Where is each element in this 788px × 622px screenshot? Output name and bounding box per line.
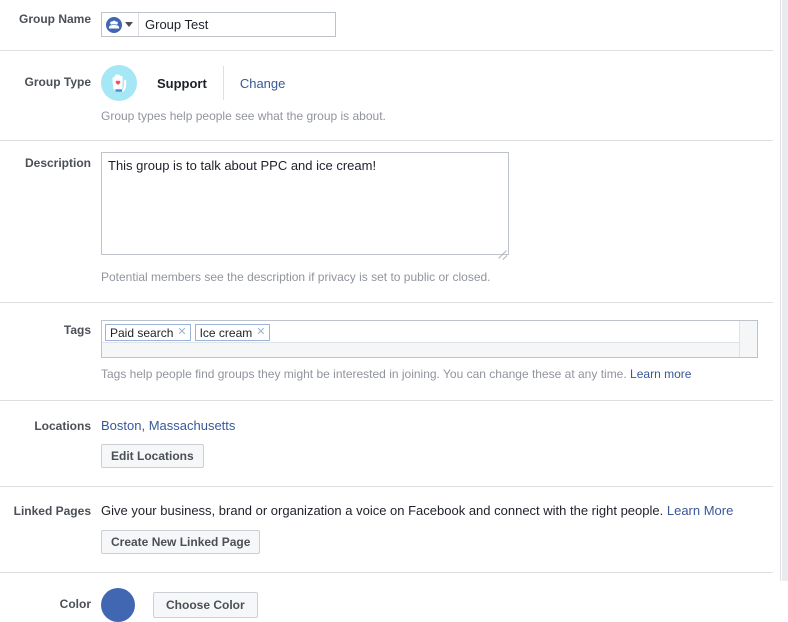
section-tags: Tags Paid search ✕ Ice cream ✕ Tags help… bbox=[0, 302, 780, 400]
tag-chip-label: Paid search bbox=[110, 325, 174, 340]
page-right-gutter bbox=[782, 0, 788, 581]
group-privacy-selector[interactable] bbox=[102, 13, 139, 36]
section-description: Description This group is to talk about … bbox=[0, 140, 780, 302]
close-x-icon[interactable]: ✕ bbox=[177, 327, 186, 338]
edit-locations-button[interactable]: Edit Locations bbox=[101, 444, 204, 468]
section-color: Color Choose Color bbox=[0, 572, 780, 622]
section-divider bbox=[0, 302, 773, 303]
tags-input-area[interactable] bbox=[102, 342, 740, 357]
group-settings-form: Group Name Group Test Group Type Support… bbox=[0, 0, 781, 622]
section-locations: Locations Boston, Massachusetts Edit Loc… bbox=[0, 400, 780, 486]
choose-color-button[interactable]: Choose Color bbox=[153, 592, 258, 618]
group-type-row: Support Change bbox=[101, 64, 780, 102]
linked-pages-description: Give your business, brand or organizatio… bbox=[101, 502, 780, 519]
tags-input-box[interactable]: Paid search ✕ Ice cream ✕ bbox=[101, 320, 758, 358]
locations-label: Locations bbox=[34, 419, 91, 433]
chevron-down-icon bbox=[125, 22, 133, 27]
tag-chip[interactable]: Ice cream ✕ bbox=[194, 324, 270, 341]
linked-pages-text: Give your business, brand or organizatio… bbox=[101, 503, 664, 518]
tags-helper-text: Tags help people find groups they might … bbox=[101, 367, 627, 381]
section-divider bbox=[0, 572, 773, 573]
section-group-type: Group Type Support Change Group types he… bbox=[0, 50, 780, 140]
section-divider bbox=[0, 486, 773, 487]
group-name-input-wrap[interactable] bbox=[101, 12, 336, 37]
tags-helper: Tags help people find groups they might … bbox=[101, 366, 780, 382]
description-helper: Potential members see the description if… bbox=[101, 270, 491, 284]
group-type-name: Support bbox=[157, 75, 207, 91]
section-divider bbox=[0, 140, 773, 141]
change-group-type-link[interactable]: Change bbox=[240, 76, 286, 91]
tag-chip-label: Ice cream bbox=[199, 325, 253, 340]
linked-pages-label: Linked Pages bbox=[13, 504, 91, 518]
group-type-helper: Group types help people see what the gro… bbox=[101, 109, 386, 123]
linked-pages-learn-more-link[interactable]: Learn More bbox=[667, 503, 733, 518]
section-linked-pages: Linked Pages Give your business, brand o… bbox=[0, 486, 780, 572]
group-name-input[interactable] bbox=[139, 13, 335, 36]
tags-label: Tags bbox=[63, 323, 91, 337]
color-swatch[interactable] bbox=[101, 588, 135, 622]
tags-scrollbar[interactable] bbox=[739, 321, 757, 357]
group-name-label: Group Name bbox=[18, 12, 91, 26]
hand-heart-support-icon bbox=[101, 65, 137, 101]
section-group-name: Group Name bbox=[0, 0, 780, 50]
section-divider bbox=[0, 50, 773, 51]
color-label: Color bbox=[59, 597, 91, 611]
description-textarea[interactable]: This group is to talk about PPC and ice … bbox=[101, 152, 509, 255]
tag-chip[interactable]: Paid search ✕ bbox=[105, 324, 191, 341]
location-value[interactable]: Boston, Massachusetts bbox=[101, 418, 780, 434]
type-separator bbox=[222, 66, 224, 100]
description-label: Description bbox=[24, 156, 91, 170]
close-x-icon[interactable]: ✕ bbox=[256, 327, 265, 338]
tags-learn-more-link[interactable]: Learn more bbox=[630, 367, 691, 381]
create-new-linked-page-button[interactable]: Create New Linked Page bbox=[101, 530, 261, 554]
section-divider bbox=[0, 400, 773, 401]
group-type-label: Group Type bbox=[24, 75, 91, 89]
group-people-icon bbox=[106, 16, 122, 33]
